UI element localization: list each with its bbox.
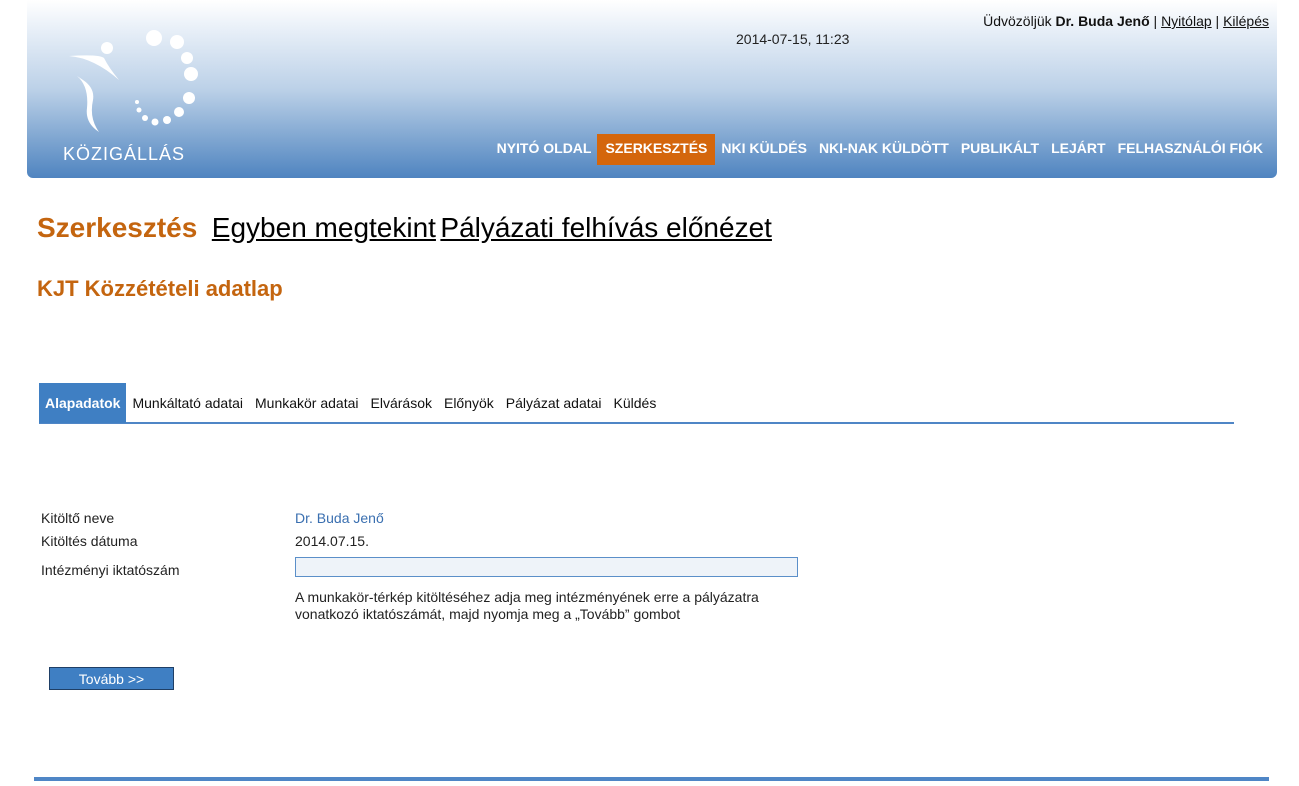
- tab-position-data[interactable]: Munkakör adatai: [249, 383, 365, 423]
- separator: |: [1153, 13, 1158, 29]
- user-bar: Üdvözöljük Dr. Buda Jenő | Nyitólap | Ki…: [983, 13, 1269, 29]
- home-link[interactable]: Nyitólap: [1161, 13, 1212, 29]
- nav-item-user-account[interactable]: FELHASZNÁLÓI FIÓK: [1112, 134, 1269, 165]
- next-button[interactable]: Tovább >>: [49, 667, 174, 690]
- header-banner: KÖZIGÁLLÁS 2014-07-15, 11:23 Üdvözöljük …: [27, 0, 1277, 178]
- logout-link[interactable]: Kilépés: [1223, 13, 1269, 29]
- separator: |: [1215, 13, 1220, 29]
- tab-application-data[interactable]: Pályázat adatai: [500, 383, 608, 423]
- help-text: A munkakör-térkép kitöltéséhez adja meg …: [295, 589, 759, 622]
- current-datetime: 2014-07-15, 11:23: [736, 31, 850, 47]
- tab-employer-data[interactable]: Munkáltató adatai: [126, 383, 249, 423]
- nav-item-edit[interactable]: SZERKESZTÉS: [597, 134, 716, 165]
- nav-item-published[interactable]: PUBLIKÁLT: [955, 134, 1045, 165]
- reference-number-label: Intézményi iktatószám: [41, 562, 180, 578]
- user-name: Dr. Buda Jenő: [1055, 13, 1150, 29]
- reference-number-input[interactable]: [295, 557, 798, 577]
- nav-item-expired[interactable]: LEJÁRT: [1045, 134, 1111, 165]
- nav-item-sent-to-nki[interactable]: NKI-NAK KÜLDÖTT: [813, 134, 955, 165]
- tab-advantages[interactable]: Előnyök: [438, 383, 500, 423]
- greeting-text: Üdvözöljük: [983, 13, 1052, 29]
- form-tabs: Alapadatok Munkáltató adatai Munkakör ad…: [39, 383, 1234, 424]
- fill-date-value: 2014.07.15.: [295, 533, 369, 549]
- nav-item-nki-send[interactable]: NKI KÜLDÉS: [715, 134, 813, 165]
- tab-requirements[interactable]: Elvárások: [365, 383, 438, 423]
- main-nav: NYITÓ OLDAL SZERKESZTÉS NKI KÜLDÉS NKI-N…: [491, 134, 1269, 165]
- form-subtitle: KJT Közzétételi adatlap: [37, 276, 283, 301]
- nav-item-home[interactable]: NYITÓ OLDAL: [491, 134, 598, 165]
- tab-send[interactable]: Küldés: [608, 383, 663, 423]
- filler-name-value: Dr. Buda Jenő: [295, 510, 384, 526]
- fill-date-label: Kitöltés dátuma: [41, 533, 138, 549]
- tab-basic-data[interactable]: Alapadatok: [39, 383, 127, 423]
- view-all-link[interactable]: Egyben megtekint: [212, 212, 436, 243]
- page-title: Szerkesztés: [37, 212, 198, 243]
- footer-divider: [34, 777, 1269, 781]
- filler-name-label: Kitöltő neve: [41, 510, 115, 526]
- title-row: Szerkesztés Egyben megtekint Pályázati f…: [37, 212, 772, 244]
- preview-link[interactable]: Pályázati felhívás előnézet: [440, 212, 772, 243]
- logo-text: KÖZIGÁLLÁS: [63, 144, 186, 164]
